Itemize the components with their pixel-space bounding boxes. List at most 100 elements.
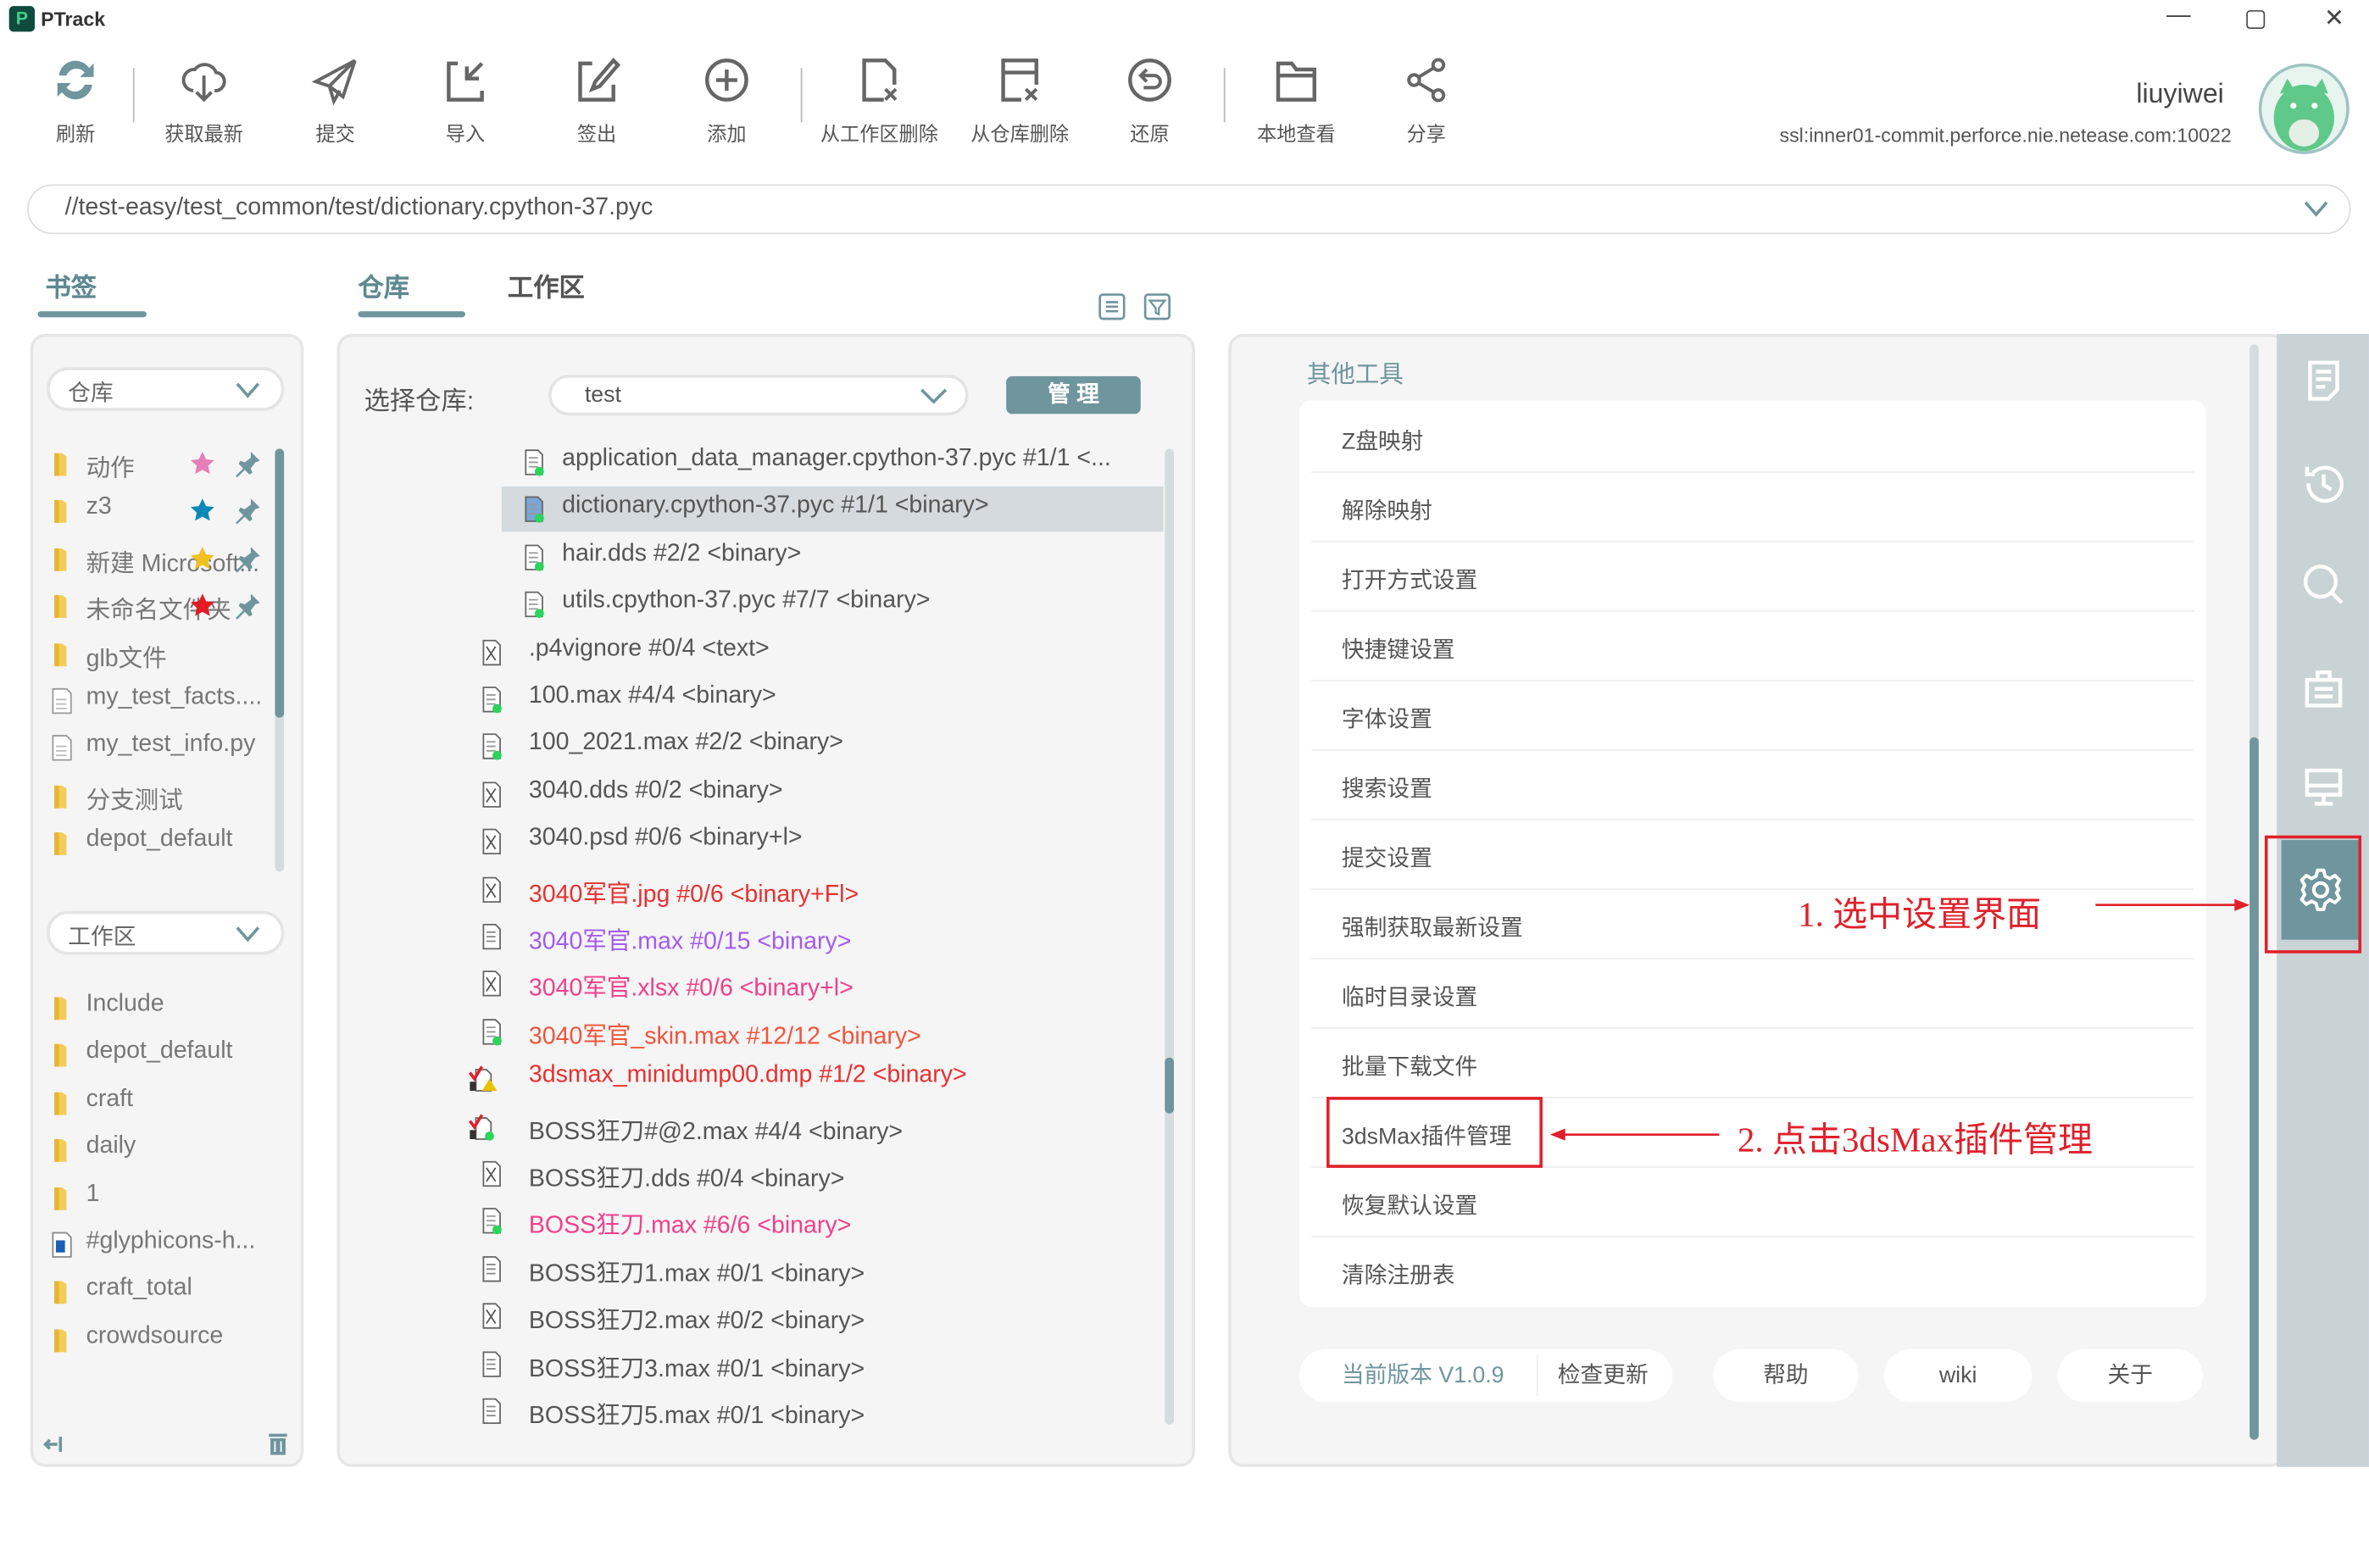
file-row[interactable]: BOSS狂刀3.max #0/1 <binary> — [469, 1341, 1164, 1386]
refresh-button[interactable]: 刷新 — [8, 54, 143, 151]
file-row[interactable]: 3040军官_skin.max #12/12 <binary> — [469, 1009, 1164, 1054]
chevron-down-icon[interactable] — [2303, 198, 2330, 220]
add-button[interactable]: 添加 — [659, 54, 794, 151]
bookmark-item[interactable]: craft — [48, 1084, 275, 1120]
file-row[interactable]: BOSS狂刀#@2.max #4/4 <binary> — [468, 1104, 1164, 1148]
path-input[interactable]: //test-easy/test_common/test/dictionary.… — [27, 184, 2351, 235]
depot-select[interactable]: test — [548, 375, 969, 416]
delete-depot-button[interactable]: 从仓库删除 — [952, 54, 1087, 151]
close-button[interactable]: ✕ — [2316, 3, 2353, 36]
file-row[interactable]: application_data_manager.cpython-37.pyc … — [502, 440, 1164, 485]
file-row[interactable]: BOSS狂刀.dds #0/4 <binary> — [469, 1151, 1164, 1196]
filter-icon[interactable] — [1143, 293, 1171, 320]
file-row[interactable]: 3040.psd #0/6 <binary+l> — [469, 819, 1164, 864]
tool-item[interactable]: 打开方式设置 — [1311, 542, 2194, 612]
bookmark-item[interactable]: craft_total — [48, 1274, 275, 1310]
sidebar-document-button[interactable] — [2277, 343, 2369, 419]
file-row[interactable]: 3040.dds #0/2 <binary> — [469, 771, 1164, 816]
file-row[interactable]: 100.max #4/4 <binary> — [469, 677, 1164, 722]
star-icon[interactable] — [189, 545, 216, 572]
tool-item[interactable]: 批量下载文件 — [1311, 1029, 2194, 1098]
sidebar-search-button[interactable] — [2277, 547, 2369, 622]
pin-icon[interactable] — [233, 496, 264, 526]
local-view-button[interactable]: 本地查看 — [1228, 54, 1364, 151]
get-latest-button[interactable]: 获取最新 — [136, 54, 271, 151]
workspace-bookmark-dropdown[interactable]: 工作区 — [47, 910, 285, 955]
file-row[interactable]: 3dsmax_minidump00.dmp #1/2 <binary> — [468, 1056, 1164, 1101]
tool-item[interactable]: 解除映射 — [1311, 473, 2194, 542]
maximize-button[interactable]: ▢ — [2238, 3, 2274, 36]
list-view-icon[interactable] — [1098, 293, 1126, 320]
share-button[interactable]: 分享 — [1358, 54, 1493, 151]
file-row[interactable]: dictionary.cpython-37.pyc #1/1 <binary> — [501, 487, 1164, 533]
pin-icon[interactable] — [233, 591, 264, 621]
bookmark-item[interactable]: #glyphicons-h... — [48, 1226, 275, 1263]
bookmark-item[interactable]: 未命名文件夹 — [48, 588, 275, 625]
submit-button[interactable]: 提交 — [268, 54, 403, 151]
about-button[interactable]: 关于 — [2057, 1348, 2203, 1403]
delete-workspace-button[interactable]: 从工作区删除 — [811, 54, 947, 151]
bookmark-item[interactable]: my_test_facts.... — [48, 683, 275, 720]
revert-button[interactable]: 还原 — [1082, 54, 1217, 151]
bookmark-item[interactable]: 新建 Microsoft... — [48, 541, 275, 577]
tab-depot[interactable]: 仓库 — [358, 266, 409, 304]
file-row[interactable]: 3040军官.xlsx #0/6 <binary+l> — [469, 961, 1164, 1006]
file-row[interactable]: .p4vignore #0/4 <text> — [469, 630, 1164, 675]
file-row[interactable]: 3040军官.jpg #0/6 <binary+Fl> — [469, 866, 1164, 911]
avatar[interactable] — [2258, 63, 2350, 154]
bookmark-item[interactable]: 分支测试 — [48, 778, 275, 814]
bookmark-item[interactable]: 动作 — [48, 446, 275, 482]
bookmark-item[interactable]: crowdsource — [48, 1321, 275, 1358]
tool-item[interactable]: Z盘映射 — [1311, 403, 2194, 473]
help-button[interactable]: 帮助 — [1713, 1348, 1859, 1403]
sidebar-monitor-button[interactable] — [2277, 749, 2369, 825]
file-row[interactable]: BOSS狂刀1.max #0/1 <binary> — [469, 1246, 1164, 1291]
file-row[interactable]: BOSS狂刀.max #6/6 <binary> — [469, 1198, 1164, 1243]
tool-item[interactable]: 搜索设置 — [1311, 751, 2194, 820]
file-row[interactable]: BOSS狂刀5.max #0/1 <binary> — [469, 1388, 1164, 1433]
file-row[interactable]: 3040军官.max #0/15 <binary> — [469, 914, 1164, 959]
bookmark-item[interactable]: 1 — [48, 1179, 275, 1215]
collapse-icon[interactable] — [42, 1434, 67, 1455]
tab-workspace[interactable]: 工作区 — [508, 266, 585, 304]
tool-item[interactable]: 临时目录设置 — [1311, 959, 2194, 1029]
bookmarks-scrollbar[interactable] — [275, 448, 285, 872]
check-update-button[interactable]: 检查更新 — [1558, 1349, 1649, 1402]
pin-icon[interactable] — [233, 448, 264, 479]
bookmark-item[interactable]: daily — [48, 1132, 275, 1168]
star-icon[interactable] — [189, 450, 216, 477]
manage-button[interactable]: 管 理 — [1006, 375, 1141, 414]
depot-select-value: test — [584, 381, 621, 409]
bookmark-item[interactable]: my_test_info.py — [48, 731, 275, 767]
pin-icon[interactable] — [233, 543, 264, 574]
sidebar-clipboard-button[interactable] — [2277, 649, 2369, 725]
bookmark-item[interactable]: Include — [48, 990, 275, 1026]
sidebar-history-button[interactable] — [2277, 446, 2369, 521]
tool-item[interactable]: 恢复默认设置 — [1311, 1168, 2194, 1237]
checkout-button[interactable]: 签出 — [529, 54, 665, 151]
trash-icon[interactable] — [268, 1432, 289, 1457]
file-list-scrollbar[interactable] — [1165, 448, 1175, 1425]
tool-item[interactable]: 快捷键设置 — [1311, 612, 2194, 681]
file-row[interactable]: 100_2021.max #2/2 <binary> — [469, 725, 1164, 770]
depot-bookmark-dropdown[interactable]: 仓库 — [47, 367, 285, 411]
tool-item[interactable]: 提交设置 — [1311, 820, 2194, 890]
tab-bookmarks[interactable]: 书签 — [45, 266, 97, 304]
wiki-button[interactable]: wiki — [1883, 1348, 2033, 1403]
toolbar-label: 从工作区删除 — [820, 122, 938, 146]
tool-item[interactable]: 强制获取最新设置 — [1311, 890, 2194, 959]
file-row[interactable]: utils.cpython-37.pyc #7/7 <binary> — [502, 582, 1164, 627]
import-button[interactable]: 导入 — [398, 54, 533, 151]
file-row[interactable]: BOSS狂刀2.max #0/2 <binary> — [469, 1293, 1164, 1338]
bookmark-item[interactable]: depot_default — [48, 1037, 275, 1073]
star-icon[interactable] — [189, 592, 216, 620]
tool-item[interactable]: 字体设置 — [1311, 681, 2194, 751]
tools-scrollbar[interactable] — [2249, 344, 2259, 1440]
bookmark-item[interactable]: z3 — [48, 493, 275, 530]
star-icon[interactable] — [189, 498, 216, 525]
tool-item[interactable]: 清除注册表 — [1311, 1237, 2194, 1307]
minimize-button[interactable]: — — [2160, 3, 2197, 36]
file-row[interactable]: hair.dds #2/2 <binary> — [502, 535, 1164, 580]
bookmark-item[interactable]: glb文件 — [48, 636, 275, 671]
bookmark-item[interactable]: depot_default — [48, 826, 275, 862]
